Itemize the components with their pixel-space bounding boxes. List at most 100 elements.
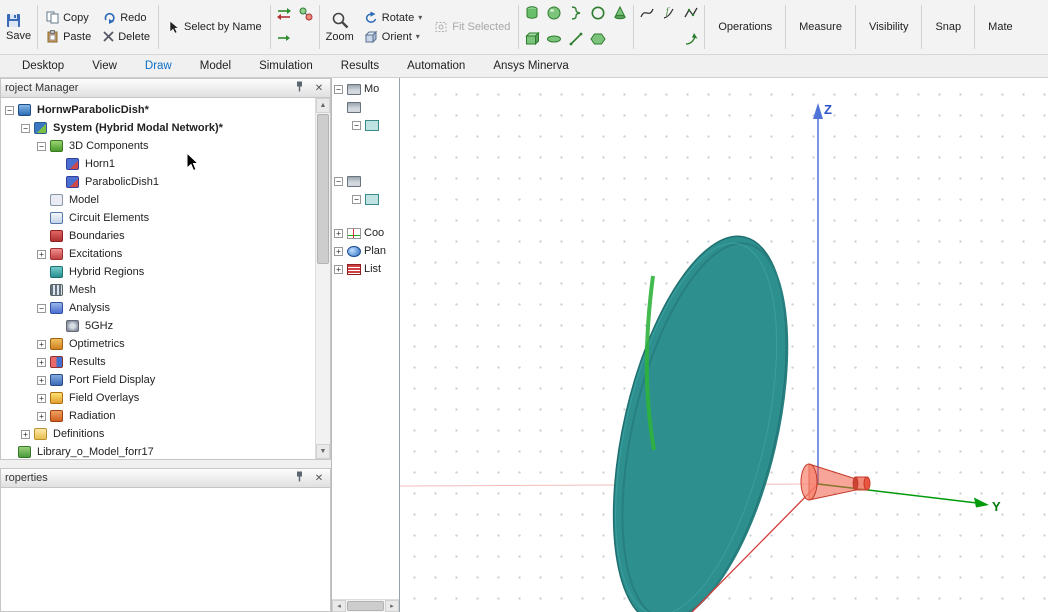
draw-ellipse-button[interactable] bbox=[546, 31, 562, 50]
expand-icon[interactable]: + bbox=[37, 340, 46, 349]
duplicate-tool-button[interactable] bbox=[298, 6, 314, 25]
save-button[interactable]: Save bbox=[2, 1, 35, 53]
scroll-up-icon[interactable]: ▲ bbox=[316, 98, 330, 113]
swap-arrows-tool-button[interactable] bbox=[276, 6, 292, 25]
expand-icon[interactable]: + bbox=[334, 229, 343, 238]
modeler-item-mo[interactable]: −Mo bbox=[334, 81, 379, 97]
collapse-icon[interactable]: − bbox=[352, 195, 361, 204]
draw-helix-button[interactable] bbox=[568, 5, 584, 24]
tree-item-model[interactable]: Model bbox=[1, 191, 330, 209]
draw-polyline-button[interactable] bbox=[683, 5, 699, 24]
scrollbar-thumb[interactable] bbox=[317, 114, 329, 264]
horn-antenna[interactable] bbox=[801, 464, 870, 500]
tree-item-3d-components[interactable]: −3D Components bbox=[1, 137, 330, 155]
modeler-hscrollbar[interactable]: ◂ ▸ bbox=[332, 599, 399, 612]
fit-selected-button[interactable]: Fit Selected bbox=[431, 18, 513, 37]
modeler-item-3[interactable]: − bbox=[334, 173, 364, 189]
menu-tab-desktop[interactable]: Desktop bbox=[8, 58, 78, 74]
scrollbar-thumb[interactable] bbox=[347, 601, 384, 611]
3d-scene[interactable]: Z Y bbox=[400, 78, 1048, 612]
materials-menu[interactable]: Mate bbox=[977, 1, 1023, 53]
visibility-menu[interactable]: Visibility bbox=[858, 1, 920, 53]
tree-item-mesh[interactable]: Mesh bbox=[1, 281, 330, 299]
scroll-left-icon[interactable]: ◂ bbox=[332, 600, 346, 612]
modeler-item-4[interactable]: − bbox=[352, 191, 382, 207]
tree-item-analysis[interactable]: −Analysis bbox=[1, 299, 330, 317]
expand-icon[interactable]: + bbox=[37, 376, 46, 385]
draw-equation-curve-button[interactable]: f bbox=[661, 5, 677, 24]
redo-button[interactable]: Redo bbox=[100, 8, 153, 27]
paste-button[interactable]: Paste bbox=[43, 27, 94, 46]
modeler-item-1[interactable] bbox=[346, 99, 364, 115]
expand-icon[interactable]: + bbox=[334, 247, 343, 256]
sweep-along-path-button[interactable] bbox=[683, 31, 699, 50]
close-icon[interactable]: ✕ bbox=[312, 83, 326, 94]
tree-item-radiation[interactable]: +Radiation bbox=[1, 407, 330, 425]
collapse-icon[interactable]: − bbox=[334, 177, 343, 186]
menu-tab-results[interactable]: Results bbox=[327, 58, 393, 74]
tree-item-excitations[interactable]: +Excitations bbox=[1, 245, 330, 263]
modeler-item-coo[interactable]: +Coo bbox=[334, 225, 384, 241]
modeler-item-plan[interactable]: +Plan bbox=[334, 243, 386, 259]
tree-item-system-hybrid-modal-network[interactable]: −System (Hybrid Modal Network)* bbox=[1, 119, 330, 137]
zoom-button[interactable]: Zoom bbox=[322, 1, 358, 53]
operations-menu[interactable]: Operations bbox=[707, 1, 783, 53]
close-icon[interactable]: ✕ bbox=[312, 473, 326, 484]
modeler-item-2[interactable]: − bbox=[352, 117, 382, 133]
select-by-name-button[interactable]: Select by Name bbox=[164, 18, 265, 37]
draw-line-button[interactable] bbox=[568, 31, 584, 50]
collapse-icon[interactable]: − bbox=[37, 142, 46, 151]
draw-sphere-button[interactable] bbox=[546, 5, 562, 24]
tree-item-port-field-display[interactable]: +Port Field Display bbox=[1, 371, 330, 389]
menu-tab-model[interactable]: Model bbox=[186, 58, 245, 74]
tree-item-library-o-model-forr17[interactable]: Library_o_Model_forr17 bbox=[1, 443, 330, 460]
scroll-right-icon[interactable]: ▸ bbox=[385, 600, 399, 612]
measure-menu[interactable]: Measure bbox=[788, 1, 853, 53]
collapse-icon[interactable]: − bbox=[21, 124, 30, 133]
tree-item-horn1[interactable]: Horn1 bbox=[1, 155, 330, 173]
expand-icon[interactable]: + bbox=[37, 250, 46, 259]
menu-tab-draw[interactable]: Draw bbox=[131, 58, 186, 74]
modeler-item-list[interactable]: +List bbox=[334, 261, 381, 277]
tree-item-hornwparabolicdish[interactable]: −HornwParabolicDish* bbox=[1, 101, 330, 119]
tree-item-results[interactable]: +Results bbox=[1, 353, 330, 371]
draw-hexagon-button[interactable] bbox=[590, 31, 606, 50]
tree-item-parabolicdish1[interactable]: ParabolicDish1 bbox=[1, 173, 330, 191]
expand-icon[interactable]: + bbox=[37, 412, 46, 421]
rotate-dropdown[interactable]: Rotate ▾ bbox=[361, 8, 425, 27]
expand-icon[interactable]: + bbox=[21, 430, 30, 439]
scroll-down-icon[interactable]: ▼ bbox=[316, 444, 330, 459]
parabolic-dish[interactable] bbox=[581, 220, 819, 612]
collapse-icon[interactable]: − bbox=[352, 121, 361, 130]
tree-item-optimetrics[interactable]: +Optimetrics bbox=[1, 335, 330, 353]
tree-item-5ghz[interactable]: 5GHz bbox=[1, 317, 330, 335]
collapse-icon[interactable]: − bbox=[5, 106, 14, 115]
expand-icon[interactable]: + bbox=[334, 265, 343, 274]
delete-button[interactable]: Delete bbox=[100, 27, 153, 46]
attach-tool-button[interactable] bbox=[276, 30, 292, 49]
expand-icon[interactable]: + bbox=[37, 358, 46, 367]
snap-menu[interactable]: Snap bbox=[924, 1, 972, 53]
collapse-icon[interactable]: − bbox=[334, 85, 343, 94]
draw-cylinder-button[interactable] bbox=[524, 5, 540, 24]
menu-tab-simulation[interactable]: Simulation bbox=[245, 58, 327, 74]
tree-item-circuit-elements[interactable]: Circuit Elements bbox=[1, 209, 330, 227]
copy-button[interactable]: Copy bbox=[43, 8, 94, 27]
orient-dropdown[interactable]: Orient ▾ bbox=[361, 27, 425, 46]
menu-tab-view[interactable]: View bbox=[78, 58, 131, 74]
pin-icon[interactable] bbox=[292, 471, 306, 485]
menu-tab-automation[interactable]: Automation bbox=[393, 58, 479, 74]
3d-viewport[interactable]: Z Y bbox=[400, 78, 1048, 612]
pin-icon[interactable] bbox=[292, 81, 306, 95]
draw-cone-button[interactable] bbox=[612, 5, 628, 24]
project-tree-scrollbar[interactable]: ▲ ▼ bbox=[315, 98, 330, 459]
tree-item-boundaries[interactable]: Boundaries bbox=[1, 227, 330, 245]
panel-splitter[interactable] bbox=[0, 460, 331, 468]
draw-circle-button[interactable] bbox=[590, 5, 606, 24]
draw-spline-button[interactable] bbox=[639, 5, 655, 24]
collapse-icon[interactable]: − bbox=[37, 304, 46, 313]
tree-item-definitions[interactable]: +Definitions bbox=[1, 425, 330, 443]
tree-item-hybrid-regions[interactable]: Hybrid Regions bbox=[1, 263, 330, 281]
menu-tab-ansys-minerva[interactable]: Ansys Minerva bbox=[479, 58, 582, 74]
draw-box-button[interactable] bbox=[524, 31, 540, 50]
